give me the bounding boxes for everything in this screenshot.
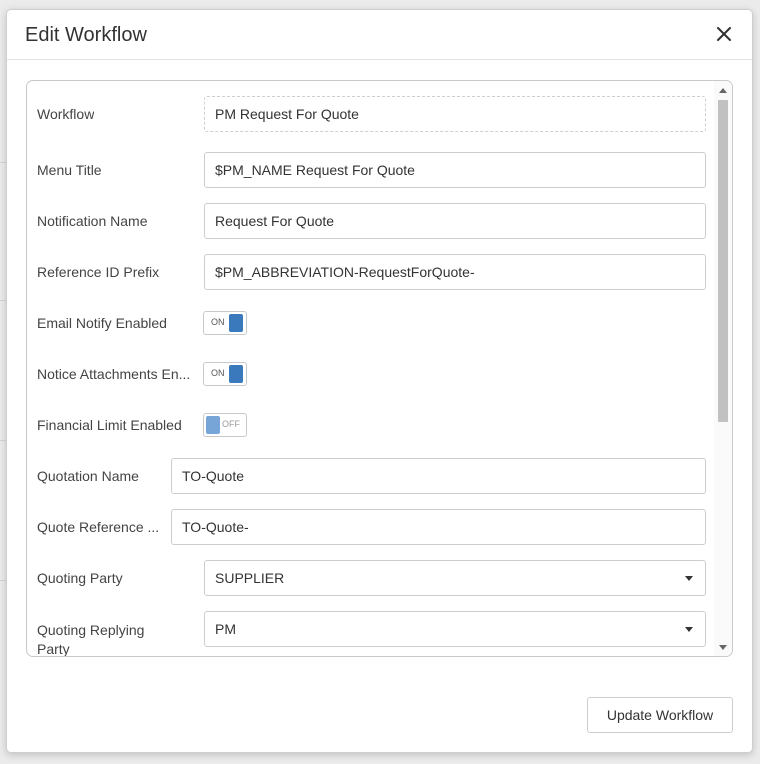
financial-limit-label: Financial Limit Enabled [37,417,182,433]
quoting-party-value: SUPPLIER [215,570,285,586]
form-rows: Workflow PM Request For Quote Menu Title… [27,81,714,656]
financial-limit-toggle[interactable]: OFF [203,413,247,437]
form-scrollbar[interactable] [714,81,732,656]
quoting-party-label: Quoting Party [37,570,123,586]
quotation-name-input[interactable]: TO-Quote [171,458,706,494]
quoting-party-row: Quoting Party SUPPLIER [27,560,714,596]
notification-name-row: Notification Name Request For Quote [27,203,714,239]
workflow-row: Workflow PM Request For Quote [27,96,714,132]
menu-title-row: Menu Title $PM_NAME Request For Quote [27,152,714,188]
toggle-knob [206,416,220,434]
quote-reference-label: Quote Reference ... [37,519,160,535]
toggle-state-text: ON [211,317,225,327]
quoting-replying-party-select[interactable]: PM [204,611,706,647]
reference-id-prefix-row: Reference ID Prefix $PM_ABBREVIATION-Req… [27,254,714,290]
scroll-up-arrow-icon[interactable] [719,88,727,93]
scroll-down-arrow-icon[interactable] [719,645,727,650]
dialog-title: Edit Workflow [25,24,147,46]
quoting-replying-party-row: Quoting Replying Party PM [27,611,714,657]
notice-attachments-row: Notice Attachments En... ON [27,362,714,386]
update-workflow-button[interactable]: Update Workflow [587,697,733,733]
toggle-knob [229,365,243,383]
quotation-name-label: Quotation Name [37,468,139,484]
quoting-party-select[interactable]: SUPPLIER [204,560,706,596]
quote-reference-row: Quote Reference ... TO-Quote- [27,509,714,545]
toggle-knob [229,314,243,332]
reference-id-prefix-input[interactable]: $PM_ABBREVIATION-RequestForQuote- [204,254,706,290]
email-notify-row: Email Notify Enabled ON [27,311,714,335]
chevron-down-icon [685,627,693,632]
workflow-label: Workflow [37,106,95,122]
quoting-replying-party-value: PM [215,621,236,637]
email-notify-toggle[interactable]: ON [203,311,247,335]
notice-attachments-toggle[interactable]: ON [203,362,247,386]
notification-name-label: Notification Name [37,213,148,229]
workflow-form-panel: Workflow PM Request For Quote Menu Title… [26,80,733,657]
quotation-name-row: Quotation Name TO-Quote [27,458,714,494]
financial-limit-row: Financial Limit Enabled OFF [27,413,714,437]
menu-title-label: Menu Title [37,162,102,178]
reference-id-prefix-label: Reference ID Prefix [37,264,160,280]
dialog-header: Edit Workflow [7,10,752,60]
quoting-replying-party-label: Quoting Replying Party [37,622,145,657]
chevron-down-icon [685,576,693,581]
close-icon[interactable] [714,24,734,44]
scrollbar-thumb[interactable] [718,100,728,422]
edit-workflow-dialog: Edit Workflow Workflow PM Request For Qu… [6,9,753,753]
toggle-state-text: ON [211,368,225,378]
workflow-field: PM Request For Quote [204,96,706,132]
email-notify-label: Email Notify Enabled [37,315,167,331]
notice-attachments-label: Notice Attachments En... [37,366,191,382]
notification-name-input[interactable]: Request For Quote [204,203,706,239]
menu-title-input[interactable]: $PM_NAME Request For Quote [204,152,706,188]
toggle-state-text: OFF [222,419,240,429]
quote-reference-input[interactable]: TO-Quote- [171,509,706,545]
